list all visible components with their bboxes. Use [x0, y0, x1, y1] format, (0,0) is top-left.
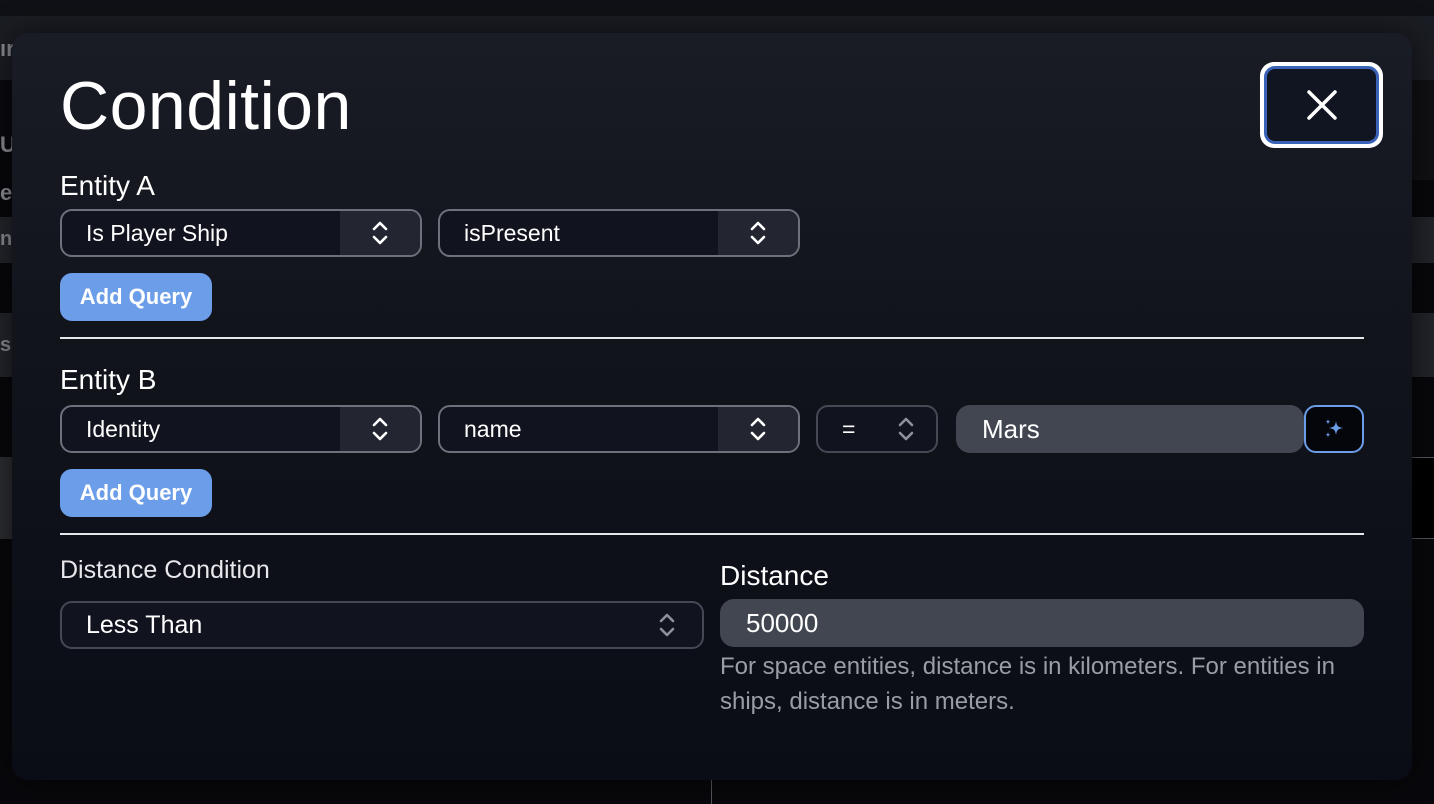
- ai-suggest-button[interactable]: [1304, 405, 1364, 453]
- entity-b-label: Entity B: [60, 364, 157, 395]
- distance-label: Distance: [720, 560, 829, 591]
- entity-b-value-input[interactable]: Mars: [956, 405, 1304, 453]
- entity-a-query-select[interactable]: Is Player Ship: [60, 209, 422, 257]
- chevron-updown-icon: [659, 613, 675, 637]
- entity-a-add-query-button[interactable]: Add Query: [60, 273, 212, 321]
- distance-condition-select[interactable]: Less Than: [60, 601, 704, 649]
- condition-modal: Condition Entity A Is Player Ship isPres…: [12, 33, 1412, 780]
- distance-help-text: For space entities, distance is in kilom…: [720, 653, 1335, 715]
- chevron-updown-icon: [372, 221, 388, 245]
- select-value: name: [464, 415, 522, 442]
- select-value: =: [842, 415, 856, 442]
- background-row: [1412, 313, 1434, 377]
- select-value: isPresent: [464, 219, 560, 246]
- select-value: Is Player Ship: [86, 219, 228, 246]
- section-divider: [60, 533, 1364, 535]
- entity-a-property-select[interactable]: isPresent: [438, 209, 800, 257]
- background-row: [1412, 457, 1434, 539]
- distance-condition-label: Distance Condition: [60, 556, 270, 584]
- section-divider: [60, 337, 1364, 339]
- chevron-updown-icon: [372, 417, 388, 441]
- background-divider: [711, 780, 712, 804]
- sparkles-icon: [1325, 419, 1343, 438]
- modal-title: Condition: [60, 68, 352, 144]
- background-row: [1412, 217, 1434, 263]
- chevron-updown-icon: [898, 417, 914, 441]
- close-button[interactable]: [1260, 62, 1383, 148]
- chevron-updown-icon: [750, 221, 766, 245]
- background-row: [1412, 80, 1434, 180]
- select-value: Identity: [86, 415, 161, 442]
- chevron-updown-icon: [750, 417, 766, 441]
- entity-a-label: Entity A: [60, 170, 155, 201]
- distance-input[interactable]: 50000: [720, 599, 1364, 647]
- close-x-icon: [1306, 90, 1337, 120]
- background-text-fragment: e: [0, 180, 13, 205]
- select-value: Less Than: [86, 610, 203, 639]
- entity-b-property-select[interactable]: name: [438, 405, 800, 453]
- background-topbar: [0, 0, 1434, 16]
- entity-b-add-query-button[interactable]: Add Query: [60, 469, 212, 517]
- entity-b-query-select[interactable]: Identity: [60, 405, 422, 453]
- operator-select[interactable]: =: [816, 405, 938, 453]
